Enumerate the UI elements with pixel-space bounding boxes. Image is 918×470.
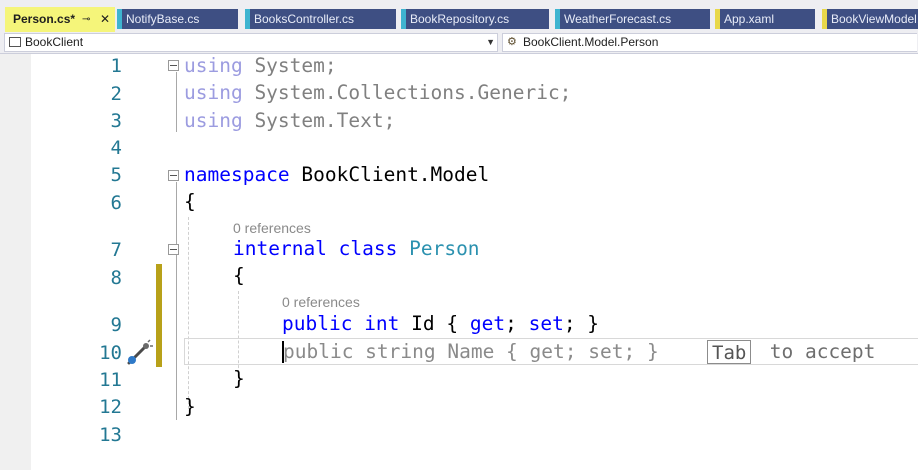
- tab-weatherforecast-cs[interactable]: WeatherForecast.cs: [555, 9, 710, 29]
- navigation-bar: BookClient ▼ ⚙ BookClient.Model.Person: [0, 32, 918, 54]
- code-editor[interactable]: 1 2 3 4 5 6 7 8 9 10 11 12 13 using Syst…: [0, 54, 918, 470]
- tab-color-stripe: [715, 9, 720, 29]
- code-line-11: }: [233, 367, 245, 390]
- line-number: 9: [110, 314, 122, 336]
- code-line-8: {: [233, 264, 245, 287]
- tab-label: WeatherForecast.cs: [564, 12, 672, 26]
- line-number: 6: [110, 192, 122, 214]
- tab-label: BooksController.cs: [254, 12, 355, 26]
- keyword: int: [352, 312, 400, 335]
- line-number: 7: [110, 239, 122, 261]
- tab-bookrepository-cs[interactable]: BookRepository.cs: [401, 9, 549, 29]
- code-text: ; }: [563, 312, 600, 335]
- keyword: namespace: [184, 163, 290, 186]
- line-number: 3: [110, 110, 122, 132]
- accept-hint-text: to accept: [758, 340, 876, 363]
- collapse-using-button[interactable]: [168, 60, 179, 71]
- collapse-namespace-button[interactable]: [168, 170, 179, 181]
- line-number: 11: [99, 369, 122, 391]
- indent-guide: [188, 217, 189, 409]
- keyword: using: [184, 81, 243, 104]
- tab-color-stripe: [245, 9, 250, 29]
- codelens-references[interactable]: 0 references: [282, 294, 360, 310]
- project-name: BookClient: [25, 35, 84, 49]
- line-number: 8: [110, 267, 122, 289]
- project-dropdown[interactable]: BookClient ▼: [4, 33, 498, 52]
- line-number: 4: [110, 137, 122, 159]
- tab-bookscontroller-cs[interactable]: BooksController.cs: [245, 9, 396, 29]
- member-name: BookClient.Model.Person: [523, 35, 659, 49]
- code-line-3: using System.Text;: [184, 109, 395, 133]
- tab-label: Person.cs*: [13, 12, 76, 26]
- tab-label: App.xaml: [724, 12, 775, 26]
- copilot-suggestion-icon[interactable]: [124, 338, 154, 368]
- keyword: using: [184, 109, 243, 132]
- code-line-7: internal class Person: [233, 237, 480, 261]
- class-icon: ⚙: [507, 36, 517, 48]
- code-line-12: }: [184, 395, 196, 418]
- tab-bookviewmodel[interactable]: BookViewModel.: [822, 9, 918, 29]
- line-number: 1: [110, 55, 122, 77]
- pin-icon[interactable]: ⊸: [82, 7, 90, 32]
- ghost-text-suggestion[interactable]: public string Name { get; set; }: [283, 340, 659, 364]
- type-name: Person: [409, 237, 480, 260]
- document-tab-strip: Person.cs* ⊸ ✕ NotifyBase.cs BooksContro…: [0, 0, 918, 32]
- code-line-2: using System.Collections.Generic;: [184, 81, 571, 105]
- tab-notifybase-cs[interactable]: NotifyBase.cs: [117, 9, 238, 29]
- line-number: 2: [110, 83, 122, 105]
- line-number: 10: [99, 342, 122, 364]
- code-text: ;: [505, 312, 529, 335]
- tab-color-stripe: [401, 9, 406, 29]
- keyword: using: [184, 54, 243, 77]
- tab-color-stripe: [555, 9, 560, 29]
- line-number: 5: [110, 164, 122, 186]
- line-number: 12: [99, 396, 122, 418]
- tab-app-xaml[interactable]: App.xaml: [715, 9, 815, 29]
- member-dropdown[interactable]: ⚙ BookClient.Model.Person: [502, 33, 917, 52]
- tab-color-stripe: [822, 9, 827, 29]
- tab-key-hint: Tab: [707, 340, 752, 364]
- code-line-5: namespace BookClient.Model: [184, 163, 489, 187]
- csharp-project-icon: [9, 37, 21, 47]
- code-text: Id {: [399, 312, 470, 335]
- close-icon[interactable]: ✕: [100, 7, 110, 32]
- code-line-6: {: [184, 190, 196, 213]
- line-number: 13: [99, 424, 122, 446]
- tab-label: BookRepository.cs: [410, 12, 510, 26]
- tab-label: BookViewModel.: [831, 12, 918, 26]
- tab-person-cs[interactable]: Person.cs* ⊸ ✕: [5, 7, 115, 32]
- codelens-references[interactable]: 0 references: [233, 220, 311, 236]
- outline-line: [176, 182, 177, 420]
- code-text: BookClient.Model: [289, 163, 490, 186]
- keyword: internal: [233, 237, 327, 260]
- code-line-1: using System;: [184, 54, 337, 78]
- outline-line: [176, 72, 177, 132]
- tab-color-stripe: [117, 9, 122, 29]
- tab-label: NotifyBase.cs: [126, 12, 200, 26]
- collapse-class-button[interactable]: [168, 244, 179, 255]
- keyword: get: [469, 312, 506, 335]
- keyword: set: [528, 312, 564, 335]
- keyword: public: [282, 312, 353, 335]
- change-marker: [156, 264, 162, 367]
- code-text: System;: [242, 54, 337, 77]
- chevron-down-icon[interactable]: ▼: [486, 34, 495, 51]
- code-text: System.Text;: [242, 109, 396, 132]
- keyword: class: [326, 237, 410, 260]
- code-line-9: public int Id { get; set; }: [282, 312, 599, 336]
- code-text: System.Collections.Generic;: [242, 81, 572, 104]
